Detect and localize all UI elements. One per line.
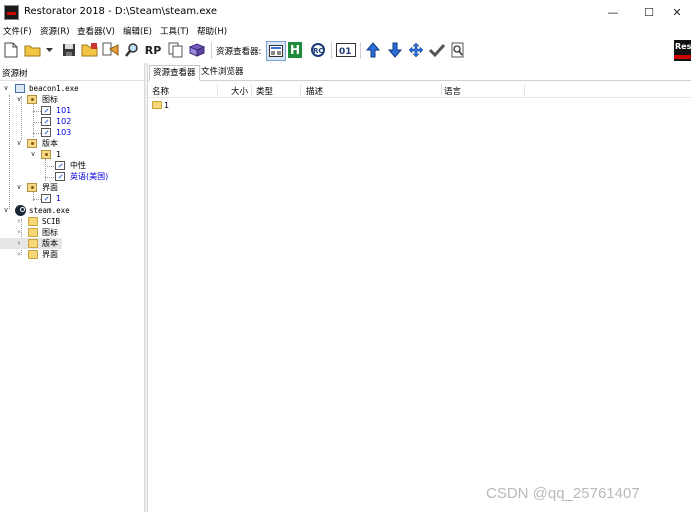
column-divider[interactable] bbox=[441, 84, 442, 96]
toolbar-separator bbox=[331, 42, 332, 59]
column-divider[interactable] bbox=[251, 84, 252, 96]
arrow-up-icon[interactable] bbox=[364, 41, 382, 59]
minimize-button[interactable]: — bbox=[595, 2, 631, 22]
open-folder-icon[interactable] bbox=[24, 41, 42, 59]
collapse-icon[interactable]: ∨ bbox=[15, 138, 23, 149]
tree-line bbox=[33, 133, 41, 134]
exe-file-icon bbox=[15, 84, 25, 93]
steam-logo-icon bbox=[15, 205, 26, 216]
resource-viewer-panel: 资源查看器 文件浏览器 名称 大小 类型 描述 语言 1 bbox=[148, 63, 691, 512]
folder-icon bbox=[28, 217, 38, 226]
svg-text:01: 01 bbox=[339, 47, 352, 57]
expand-icon[interactable]: › bbox=[15, 227, 23, 238]
column-divider[interactable] bbox=[300, 84, 301, 96]
window-title: Restorator 2018 - D:\Steam\steam.exe bbox=[24, 6, 218, 17]
hex-icon[interactable]: H bbox=[288, 42, 302, 58]
resource-file-icon bbox=[41, 106, 51, 115]
folder-icon bbox=[28, 250, 38, 259]
watermark: CSDN @qq_25761407 bbox=[486, 485, 640, 502]
book-icon[interactable] bbox=[188, 41, 206, 59]
folder-icon bbox=[152, 101, 162, 109]
tree-line bbox=[9, 95, 10, 209]
resource-tree-panel: 资源树 ∨ beacon1.exe ∨ 图标 101 102 103 ∨ 版本 … bbox=[0, 65, 144, 512]
save-icon[interactable] bbox=[60, 41, 78, 59]
resource-tree-header: 资源树 bbox=[0, 65, 144, 81]
menu-edit[interactable]: 编辑(E) bbox=[123, 25, 152, 37]
viewer-grid-icon[interactable] bbox=[266, 41, 286, 61]
resource-folder-icon bbox=[27, 183, 37, 192]
collapse-icon[interactable]: ∨ bbox=[29, 149, 37, 160]
tree-node-steam-version[interactable]: › 版本 bbox=[0, 238, 62, 249]
new-file-icon[interactable] bbox=[2, 41, 20, 59]
app-icon bbox=[4, 5, 19, 20]
expand-icon[interactable]: › bbox=[15, 238, 23, 249]
menu-file[interactable]: 文件(F) bbox=[3, 25, 32, 37]
menu-help[interactable]: 帮助(H) bbox=[197, 25, 227, 37]
expand-icon[interactable]: › bbox=[15, 216, 23, 227]
tree-line bbox=[45, 177, 54, 178]
toolbar: RP 资源查看器: H RC 01 bbox=[0, 39, 691, 63]
check-icon[interactable] bbox=[428, 41, 446, 59]
menu-resource[interactable]: 资源(R) bbox=[40, 25, 70, 37]
title-bar: Restorator 2018 - D:\Steam\steam.exe — ☐… bbox=[0, 0, 691, 24]
tree-line bbox=[33, 111, 41, 112]
column-divider[interactable] bbox=[524, 84, 525, 96]
column-divider[interactable] bbox=[217, 84, 218, 96]
resource-folder-icon bbox=[41, 150, 51, 159]
close-button[interactable]: ✕ bbox=[659, 2, 691, 22]
tab-file-browser[interactable]: 文件浏览器 bbox=[198, 65, 247, 79]
resource-tree[interactable]: ∨ beacon1.exe ∨ 图标 101 102 103 ∨ 版本 ∨ 1 … bbox=[0, 83, 144, 513]
collapse-icon[interactable]: ∨ bbox=[2, 83, 10, 94]
copy-icon[interactable] bbox=[167, 41, 185, 59]
binary-icon[interactable]: 01 bbox=[336, 41, 356, 59]
collapse-icon[interactable]: ∨ bbox=[15, 182, 23, 193]
svg-text:RC: RC bbox=[313, 47, 324, 55]
open-icon[interactable] bbox=[81, 41, 99, 59]
column-type[interactable]: 类型 bbox=[256, 85, 273, 97]
collapse-icon[interactable]: ∨ bbox=[15, 94, 23, 105]
arrow-move-icon[interactable] bbox=[407, 41, 425, 59]
viewer-label: 资源查看器: bbox=[216, 47, 262, 57]
rp-icon[interactable]: RP bbox=[144, 41, 162, 59]
folder-icon bbox=[28, 228, 38, 237]
resource-folder-icon bbox=[27, 139, 37, 148]
tab-resource-viewer[interactable]: 资源查看器 bbox=[149, 65, 200, 81]
tree-line bbox=[33, 122, 41, 123]
resource-file-icon bbox=[55, 172, 65, 181]
resource-file-icon bbox=[41, 117, 51, 126]
dropdown-arrow-icon[interactable] bbox=[44, 41, 54, 59]
toolbar-separator bbox=[360, 42, 361, 59]
menu-bar: 文件(F) 资源(R) 查看器(V) 编辑(E) 工具(T) 帮助(H) bbox=[0, 24, 691, 38]
resource-file-icon bbox=[41, 194, 51, 203]
find-page-icon[interactable] bbox=[449, 41, 467, 59]
column-name[interactable]: 名称 bbox=[152, 85, 169, 97]
collapse-icon[interactable]: ∨ bbox=[2, 205, 10, 216]
search-icon[interactable] bbox=[123, 41, 141, 59]
menu-viewer[interactable]: 查看器(V) bbox=[77, 25, 115, 37]
column-language[interactable]: 语言 bbox=[444, 85, 461, 97]
restorator-logo: Res bbox=[674, 40, 691, 61]
tree-line bbox=[33, 199, 41, 200]
tree-line bbox=[45, 166, 54, 167]
resource-file-icon bbox=[55, 161, 65, 170]
expand-icon[interactable]: › bbox=[15, 249, 23, 260]
rc-icon[interactable]: RC bbox=[309, 41, 327, 59]
list-header: 名称 大小 类型 描述 语言 bbox=[148, 83, 691, 98]
resource-tree-icon[interactable] bbox=[102, 41, 120, 59]
viewer-tabs: 资源查看器 文件浏览器 bbox=[148, 65, 691, 81]
tree-line bbox=[33, 103, 34, 137]
folder-icon bbox=[28, 239, 38, 248]
arrow-down-icon[interactable] bbox=[386, 41, 404, 59]
column-size[interactable]: 大小 bbox=[231, 85, 248, 97]
column-description[interactable]: 描述 bbox=[306, 85, 323, 97]
toolbar-separator bbox=[211, 42, 212, 59]
resource-folder-icon bbox=[27, 95, 37, 104]
menu-tools[interactable]: 工具(T) bbox=[160, 25, 189, 37]
resource-file-icon bbox=[41, 128, 51, 137]
